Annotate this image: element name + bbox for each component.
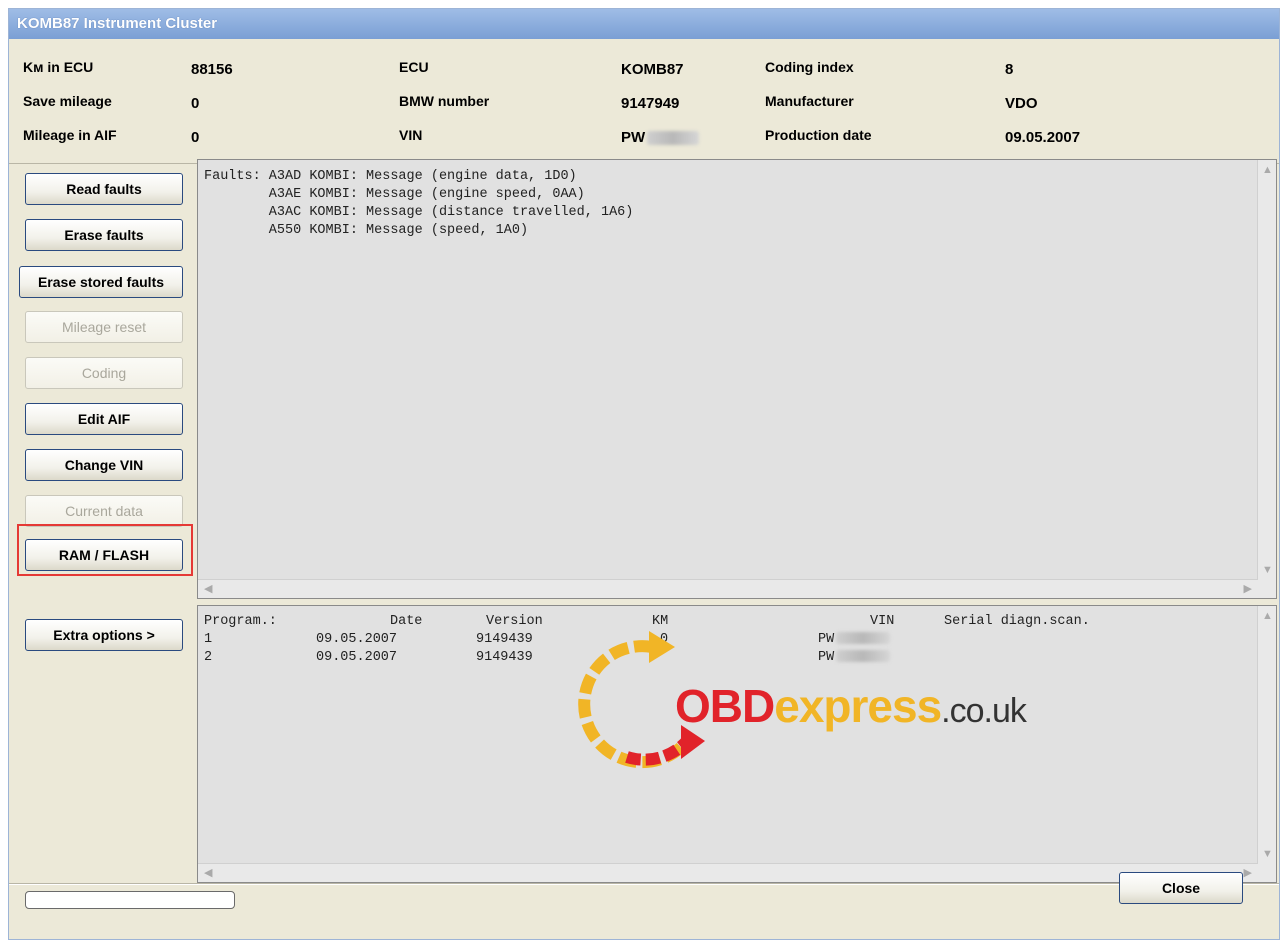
current-data-button[interactable]: Current data: [25, 495, 183, 527]
window-title: KOMB87 Instrument Cluster: [9, 9, 1279, 39]
production-date-label: Production date: [765, 127, 872, 143]
erase-stored-faults-button[interactable]: Erase stored faults: [19, 266, 183, 298]
extra-options-button[interactable]: Extra options >: [25, 619, 183, 651]
version-header: Version: [486, 614, 543, 629]
program-vertical-scrollbar[interactable]: ▲ ▼: [1257, 606, 1276, 864]
ecu-info-panel: Kм in ECU 88156 Save mileage 0 Mileage i…: [9, 39, 1279, 164]
edit-aif-button[interactable]: Edit AIF: [25, 403, 183, 435]
ecu-label: ECU: [399, 59, 429, 75]
faults-vertical-scrollbar[interactable]: ▲ ▼: [1257, 160, 1276, 580]
progress-bar: [25, 891, 235, 909]
faults-text-area[interactable]: Faults: A3AD KOMBI: Message (engine data…: [197, 159, 1277, 599]
table-row-2-version: 9149439: [476, 650, 533, 665]
scroll-right-icon[interactable]: ▶: [1244, 866, 1252, 879]
scroll-up-icon[interactable]: ▲: [1262, 610, 1273, 622]
ram-flash-button[interactable]: RAM / FLASH: [25, 539, 183, 571]
mileage-aif-label: Mileage in AIF: [23, 127, 117, 143]
scroll-up-icon[interactable]: ▲: [1262, 164, 1273, 176]
table-row-1-version: 9149439: [476, 632, 533, 647]
table-row-1-date: 09.05.2007: [316, 632, 398, 647]
coding-index-value: 8: [1005, 61, 1014, 78]
read-faults-button[interactable]: Read faults: [25, 173, 183, 205]
coding-index-label: Coding index: [765, 59, 854, 75]
km-in-ecu-value: 88156: [191, 61, 233, 78]
bmw-number-value: 9147949: [621, 95, 680, 112]
save-mileage-label: Save mileage: [23, 93, 112, 109]
scroll-corner: [1258, 580, 1276, 598]
instrument-cluster-window: KOMB87 Instrument Cluster Kм in ECU 8815…: [8, 8, 1280, 940]
scroll-down-icon[interactable]: ▼: [1262, 564, 1273, 576]
coding-button[interactable]: Coding: [25, 357, 183, 389]
manufacturer-label: Manufacturer: [765, 93, 854, 109]
mileage-reset-button[interactable]: Mileage reset: [25, 311, 183, 343]
obdexpress-watermark: OBDexpress.co.uk: [557, 609, 1117, 789]
manufacturer-value: VDO: [1005, 95, 1038, 112]
scroll-corner: [1258, 864, 1276, 882]
date-header: Date: [390, 614, 423, 629]
vin-value: PW: [621, 129, 700, 146]
scroll-left-icon[interactable]: ◀: [204, 582, 212, 595]
save-mileage-value: 0: [191, 95, 200, 112]
faults-horizontal-scrollbar[interactable]: ◀ ▶: [198, 579, 1258, 598]
table-row-2-date: 09.05.2007: [316, 650, 398, 665]
program-header: Program.:: [204, 614, 277, 629]
footer-separator: [9, 883, 1279, 885]
faults-text: Faults: A3AD KOMBI: Message (engine data…: [204, 169, 634, 238]
km-in-ecu-label: Kм in ECU: [23, 59, 94, 75]
mileage-aif-value: 0: [191, 129, 200, 146]
program-horizontal-scrollbar[interactable]: ◀ ▶: [198, 863, 1258, 882]
obdexpress-logo-text: OBDexpress.co.uk: [675, 680, 1027, 732]
ecu-value: KOMB87: [621, 61, 684, 78]
vin-label: VIN: [399, 127, 423, 143]
scroll-left-icon[interactable]: ◀: [204, 866, 212, 879]
erase-faults-button[interactable]: Erase faults: [25, 219, 183, 251]
scroll-down-icon[interactable]: ▼: [1262, 848, 1273, 860]
change-vin-button[interactable]: Change VIN: [25, 449, 183, 481]
table-row-2-program: 2: [204, 650, 213, 665]
table-row-1-program: 1: [204, 632, 213, 647]
scroll-right-icon[interactable]: ▶: [1244, 582, 1252, 595]
close-button[interactable]: Close: [1119, 872, 1243, 904]
production-date-value: 09.05.2007: [1005, 129, 1081, 146]
bmw-number-label: BMW number: [399, 93, 490, 109]
